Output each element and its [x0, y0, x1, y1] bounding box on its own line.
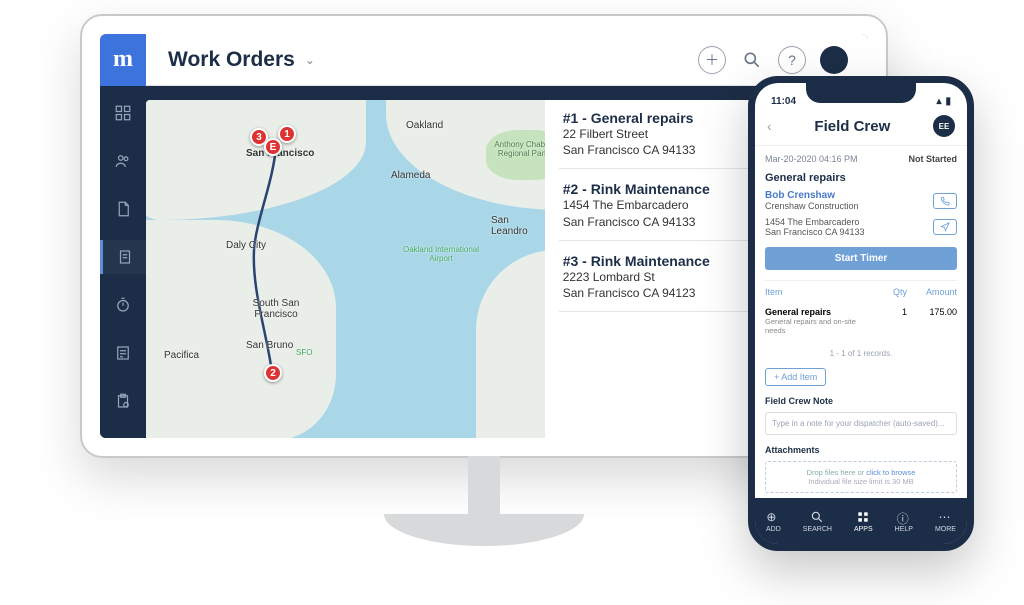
map[interactable]: San Francisco Oakland Alameda Daly City …: [146, 100, 545, 438]
map-city-sanleandro: San Leandro: [491, 215, 545, 237]
sidebar-reports-icon[interactable]: [100, 336, 146, 370]
nav-add-label: ADD: [766, 526, 781, 533]
attachments-dropzone[interactable]: Drop files here or click to browse Indiv…: [765, 461, 957, 493]
signal-icon: ▴: [936, 96, 941, 107]
row-item-name: General repairs: [765, 307, 831, 317]
nav-help-label: HELP: [895, 526, 913, 533]
sidebar-cloud-icon[interactable]: [100, 432, 146, 438]
nav-apps-label: APPS: [854, 526, 873, 533]
th-item: Item: [765, 287, 873, 297]
phone-notch: [806, 83, 916, 103]
map-marker-2[interactable]: 2: [264, 364, 282, 382]
map-airport: Oakland International Airport: [401, 245, 481, 263]
phone-avatar[interactable]: EE: [933, 115, 955, 137]
phone-navbar: ⊕ ADD SEARCH APPS ⓘ HELP ⋯ MORE: [755, 498, 967, 544]
apps-icon: [856, 510, 870, 524]
phone-time: 11:04: [771, 96, 796, 107]
plus-circle-icon: ⊕: [766, 510, 780, 524]
phone-table-row[interactable]: General repairs General repairs and on-s…: [765, 303, 957, 339]
row-qty: 1: [873, 307, 907, 335]
map-park: Anthony Chabot Regional Park: [488, 140, 545, 158]
note-input[interactable]: Type in a note for your dispatcher (auto…: [765, 412, 957, 435]
search-icon: [810, 510, 824, 524]
phone-status-icons: ▴ ▮: [936, 96, 951, 107]
nav-search[interactable]: SEARCH: [803, 510, 832, 533]
map-city-pacifica: Pacifica: [164, 350, 199, 361]
drop-hint: Individual file size limit is 30 MB: [808, 477, 913, 486]
header-actions: ＋ ?: [698, 46, 868, 74]
th-amount: Amount: [907, 287, 957, 297]
add-item-button[interactable]: + Add Item: [765, 368, 826, 386]
row-amount: 175.00: [907, 307, 957, 335]
search-icon[interactable]: [740, 48, 764, 72]
map-city-sanbruno: San Bruno: [246, 340, 293, 351]
note-label: Field Crew Note: [765, 396, 957, 406]
sidebar-document-icon[interactable]: [100, 240, 146, 274]
nav-help[interactable]: ⓘ HELP: [895, 510, 913, 533]
phone-address-line1: 1454 The Embarcadero: [765, 217, 865, 227]
sidebar-file-icon[interactable]: [100, 192, 146, 226]
phone-body: Mar-20-2020 04:16 PM Not Started General…: [755, 146, 967, 498]
th-qty: Qty: [873, 287, 907, 297]
drop-click: click to browse: [866, 468, 915, 477]
map-marker-1[interactable]: 1: [278, 125, 296, 143]
sidebar-users-icon[interactable]: [100, 144, 146, 178]
chevron-down-icon: ⌄: [305, 53, 315, 67]
nav-search-label: SEARCH: [803, 526, 832, 533]
nav-apps[interactable]: APPS: [854, 510, 873, 533]
monitor-stand: [384, 474, 584, 548]
attachments-label: Attachments: [765, 445, 957, 455]
app-header: m Work Orders ⌄ ＋ ?: [100, 34, 868, 86]
phone-job-title: General repairs: [765, 172, 957, 184]
more-icon: ⋯: [938, 510, 952, 524]
help-icon[interactable]: ?: [778, 46, 806, 74]
nav-add[interactable]: ⊕ ADD: [766, 510, 781, 533]
page-title-dropdown[interactable]: Work Orders ⌄: [146, 48, 315, 72]
help-icon: ⓘ: [897, 510, 911, 524]
sidebar: [100, 86, 146, 438]
sidebar-dashboard-icon[interactable]: [100, 96, 146, 130]
drop-prefix: Drop files here or: [807, 468, 867, 477]
phone-address-line2: San Francisco CA 94133: [765, 227, 865, 237]
map-sfo: SFO: [296, 348, 312, 357]
phone-call-icon[interactable]: [933, 193, 957, 209]
page-title: Work Orders: [168, 48, 295, 72]
phone-contact-company: Crenshaw Construction: [765, 201, 859, 211]
map-city-oakland: Oakland: [406, 120, 443, 131]
start-timer-button[interactable]: Start Timer: [765, 247, 957, 270]
map-city-alameda: Alameda: [391, 170, 430, 181]
app-logo[interactable]: m: [100, 34, 146, 86]
phone-status: Not Started: [908, 154, 957, 164]
phone-records-count: 1 - 1 of 1 records.: [765, 349, 957, 358]
sidebar-clipboard-icon[interactable]: [100, 384, 146, 418]
nav-more[interactable]: ⋯ MORE: [935, 510, 956, 533]
map-city-dalycity: Daly City: [226, 240, 266, 251]
map-city-ssf: South San Francisco: [241, 298, 311, 320]
phone-table-header: Item Qty Amount: [765, 280, 957, 297]
user-avatar[interactable]: [820, 46, 848, 74]
row-item-desc: General repairs and on-site needs: [765, 317, 873, 335]
phone-header: ‹ Field Crew EE: [755, 109, 967, 146]
phone-timestamp: Mar-20-2020 04:16 PM: [765, 154, 858, 164]
phone-contact-link[interactable]: Bob Crenshaw: [765, 190, 859, 201]
map-marker-end[interactable]: E: [264, 138, 282, 156]
sidebar-timer-icon[interactable]: [100, 288, 146, 322]
mobile-phone: 11:04 ▴ ▮ ‹ Field Crew EE Mar-20-2020 04…: [748, 76, 974, 551]
phone-screen: 11:04 ▴ ▮ ‹ Field Crew EE Mar-20-2020 04…: [755, 83, 967, 544]
phone-title: Field Crew: [772, 118, 933, 135]
phone-navigate-icon[interactable]: [933, 219, 957, 235]
add-button[interactable]: ＋: [698, 46, 726, 74]
nav-more-label: MORE: [935, 526, 956, 533]
battery-icon: ▮: [945, 96, 951, 107]
